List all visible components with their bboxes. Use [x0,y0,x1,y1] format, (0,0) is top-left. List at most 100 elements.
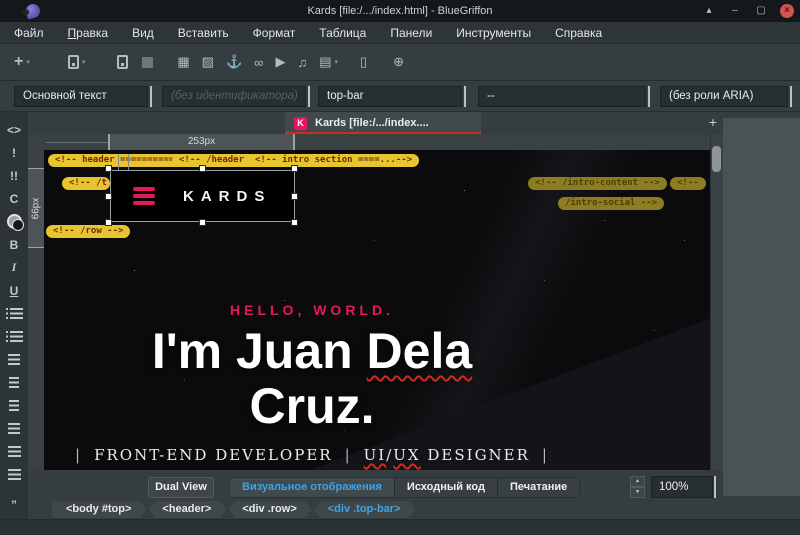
new-document-dropdown-icon[interactable]: ▾ [82,50,86,74]
close-window-icon[interactable]: × [780,4,794,18]
menu-insert[interactable]: Вставить [178,26,229,40]
breadcrumb-body[interactable]: <body #top> [52,501,146,518]
bullet-list-icon[interactable] [6,306,23,321]
document-tab[interactable]: K Kards [file:/.../index.... [285,112,481,134]
align-left-icon[interactable] [8,421,20,436]
mobile-preview-button[interactable]: ▯ [360,50,367,74]
wysiwyg-canvas[interactable]: <!-- header ==========...--> <!-- /heade… [44,150,710,470]
hero-title[interactable]: I'm Juan DelaCruz. [52,324,572,434]
insert-audio-button[interactable]: ♫ [297,50,307,74]
numbered-list-icon[interactable] [6,329,23,344]
add-element-dropdown-icon[interactable]: ▾ [26,50,30,74]
comment-marker-intro-content-close[interactable]: <!-- /intro-content --> [528,177,667,190]
element-type-field[interactable]: Основной текст [14,86,148,107]
resize-handle-e[interactable] [291,193,298,200]
menu-format[interactable]: Формат [253,26,296,40]
comment-marker-row-close[interactable]: <!-- /row --> [46,225,130,238]
canvas-scrollbar-track[interactable] [710,134,723,470]
outdent-icon[interactable] [9,375,19,390]
field-splitter[interactable] [790,86,792,107]
hero-greeting[interactable]: HELLO, WORLD. [52,302,572,318]
resize-handle-s[interactable] [199,219,206,226]
breadcrumb-div-topbar[interactable]: <div .top-bar> [314,501,416,518]
insert-form-dropdown-icon[interactable]: ▾ [334,50,338,74]
tab-source-view[interactable]: Исходный код [395,478,498,497]
comment-marker-partial-open[interactable]: <!-- [670,177,706,190]
insert-form-button[interactable]: ▤ [319,50,331,74]
italic-icon[interactable]: I [12,260,17,275]
minimize-window-icon[interactable]: – [728,4,742,18]
zoom-level-field[interactable]: 100% [651,476,713,498]
new-document-button[interactable] [68,50,79,74]
save-button[interactable] [142,50,153,74]
emphasis-icon[interactable]: ! [12,145,16,160]
hero-section[interactable]: HELLO, WORLD. I'm Juan DelaCruz. |FRONT-… [52,302,572,464]
definition-list-icon[interactable] [8,352,20,367]
resize-handle-ne[interactable] [291,165,298,172]
markup-icon[interactable]: <> [7,122,21,137]
aria-role-field[interactable]: (без роли ARIA) [660,86,788,107]
selection-height-indicator: 66px [28,168,44,248]
insert-anchor-button[interactable]: ⚓ [226,50,242,74]
resize-handle-n[interactable] [199,165,206,172]
tab-print-view[interactable]: Печатание [498,478,579,497]
menu-edit[interactable]: Правка [68,26,109,40]
tab-wysiwyg-view[interactable]: Визуальное отображения [230,478,395,497]
new-tab-button[interactable]: + [704,113,722,131]
breadcrumb-header[interactable]: <header> [148,501,226,518]
insert-image-button[interactable]: ▨ [202,50,214,74]
menu-panels[interactable]: Панели [390,26,432,40]
tab-favicon: K [294,117,307,130]
zoom-up-icon: ▲ [630,476,645,487]
canvas-scrollbar-thumb[interactable] [712,146,721,172]
field-splitter[interactable] [150,86,152,107]
class-style-icon[interactable]: C [10,191,19,206]
underline-icon[interactable]: U [10,283,19,298]
resize-handle-w[interactable] [105,193,112,200]
breadcrumb-div-row[interactable]: <div .row> [228,501,311,518]
insert-link-button[interactable]: ∞ [254,50,263,74]
maximize-window-icon[interactable]: ▢ [754,4,768,18]
menu-help[interactable]: Справка [555,26,602,40]
strong-emphasis-icon[interactable]: !! [10,168,18,183]
resize-handle-nw[interactable] [105,165,112,172]
add-element-button[interactable]: + [14,50,23,74]
indent-icon[interactable] [9,398,19,413]
element-id-field[interactable]: (без идентификатора) [162,86,306,107]
insert-table-button[interactable]: ▦ [177,50,189,74]
resize-handle-se[interactable] [291,219,298,226]
field-splitter[interactable] [464,86,466,107]
document-tabstrip: K Kards [file:/.../index.... + [0,112,800,134]
comment-marker-topbar-close[interactable]: <!-- /t [62,177,110,190]
comment-marker-intro-social-close[interactable]: /intro-social --> [558,197,664,210]
menu-tools[interactable]: Инструменты [456,26,531,40]
color-picker-icon[interactable] [7,214,22,229]
menu-view[interactable]: Вид [132,26,154,40]
align-justify-icon[interactable] [8,467,21,482]
menu-table[interactable]: Таблица [319,26,366,40]
main-toolbar: + ▾ ▾ ▦ ▨ ⚓ ∞ ▶ ♫ ▤ ▾ ▯ ⊕ [0,44,800,81]
browser-preview-button[interactable]: ⊕ [393,50,404,74]
field-splitter[interactable] [648,86,650,107]
insert-video-button[interactable]: ▶ [275,50,285,74]
menu-file[interactable]: Файл [14,26,44,40]
kards-logo-text[interactable]: KARDS [183,171,271,223]
resize-handle-sw[interactable] [105,219,112,226]
window-controls: ▴ – ▢ × [702,0,794,22]
element-lang-field[interactable]: -- [478,86,646,107]
misspelled-word: Dela [367,323,473,379]
element-class-field[interactable]: top-bar [318,86,462,107]
shade-window-icon[interactable]: ▴ [702,4,716,18]
margin-guide-line [128,154,129,170]
blockquote-icon[interactable]: „ [11,490,17,505]
comment-marker-intro-open[interactable]: <!-- intro section ====...--> [248,154,419,167]
zoom-stepper[interactable]: ▲▼ [630,476,645,498]
selected-topbar-element[interactable]: KARDS [110,170,295,222]
align-center-icon[interactable] [8,444,21,459]
hero-subtitle[interactable]: |FRONT-END DEVELOPER|UI/UX DESIGNER| [52,446,572,464]
dual-view-button[interactable]: Dual View [148,477,214,498]
field-splitter[interactable] [308,86,310,107]
margin-guide-line [118,154,119,170]
open-document-button[interactable] [117,50,128,74]
bold-icon[interactable]: B [10,237,19,252]
